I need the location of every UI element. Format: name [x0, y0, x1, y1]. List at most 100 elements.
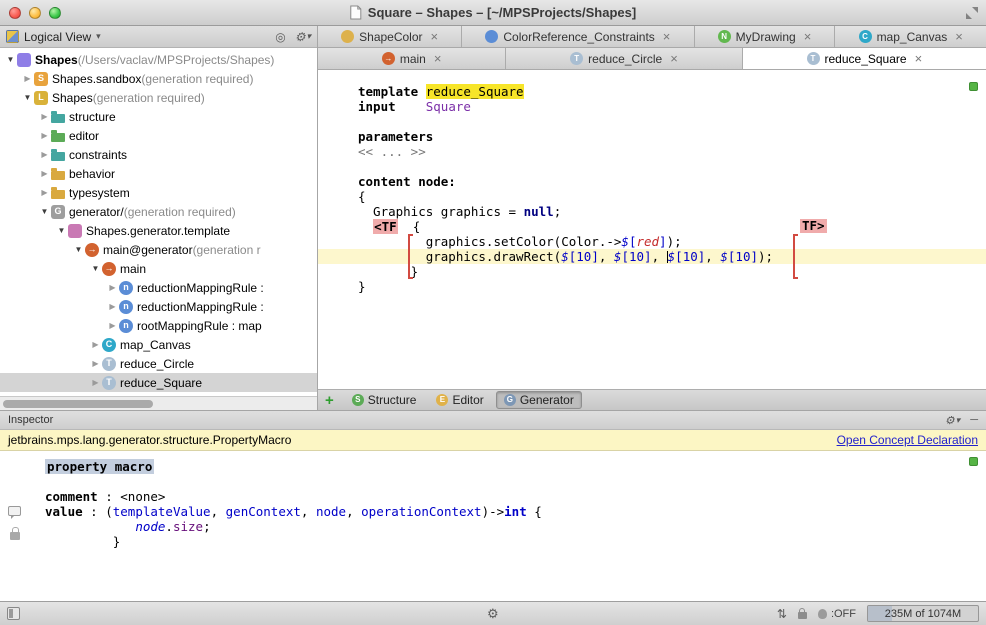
tree-item-structure[interactable]: ▶structure — [0, 107, 317, 126]
code-line[interactable]: value : (templateValue, genContext, node… — [0, 504, 986, 519]
editor-tab-main[interactable]: →main× — [318, 48, 506, 69]
close-tab-icon[interactable]: × — [434, 52, 442, 65]
editor-tab-map-canvas[interactable]: Cmap_Canvas× — [835, 26, 986, 47]
tree-item-reductionmappingrule[interactable]: ▶nreductionMappingRule : — [0, 278, 317, 297]
tree-item-generator[interactable]: ▼Ggenerator/ (generation required) — [0, 202, 317, 221]
code-line[interactable]: parameters — [318, 129, 986, 144]
close-window-button[interactable] — [9, 7, 21, 19]
highlighting-level-label[interactable]: :OFF — [831, 608, 856, 620]
collapsed-arrow-icon[interactable]: ▶ — [38, 169, 51, 178]
view-selector-dropdown[interactable]: Logical View ▾ — [6, 30, 101, 44]
code-line[interactable]: << ... >> — [318, 144, 986, 159]
tree-item-reduce-square[interactable]: ▶Treduce_Square — [0, 373, 317, 392]
expanded-arrow-icon[interactable]: ▼ — [38, 207, 51, 216]
collapsed-arrow-icon[interactable]: ▶ — [106, 302, 119, 311]
aspect-tab-structure[interactable]: SStructure — [344, 391, 425, 409]
locate-node-icon[interactable]: ◎ — [275, 30, 285, 44]
fullscreen-resize-icon[interactable] — [966, 7, 978, 19]
lock-icon[interactable] — [798, 612, 807, 619]
zoom-window-button[interactable] — [49, 7, 61, 19]
inspector-gear-icon[interactable]: ⚙▾ — [945, 414, 960, 427]
close-tab-icon[interactable]: × — [804, 30, 812, 43]
collapsed-arrow-icon[interactable]: ▶ — [89, 340, 102, 349]
inspector-editor[interactable]: property macro comment : <none>value : (t… — [0, 451, 986, 601]
tree-horizontal-scrollbar[interactable] — [0, 396, 317, 410]
code-line[interactable]: } — [318, 279, 986, 294]
close-tab-icon[interactable]: × — [670, 52, 678, 65]
collapsed-arrow-icon[interactable]: ▶ — [106, 321, 119, 330]
inspector-header[interactable]: Inspector ⚙▾ ─ — [0, 410, 986, 430]
code-line[interactable]: graphics.drawRect($[10], $[10], $[10], $… — [318, 249, 986, 264]
tree-item-shapes-sandbox[interactable]: ▶SShapes.sandbox (generation required) — [0, 69, 317, 88]
tree-item-shapes-generator-template[interactable]: ▼Shapes.generator.template — [0, 221, 317, 240]
close-tab-icon[interactable]: × — [431, 30, 439, 43]
code-line[interactable]: content node: — [318, 174, 986, 189]
constraint-node-icon — [485, 30, 498, 43]
tree-item-constraints[interactable]: ▶constraints — [0, 145, 317, 164]
tree-item-rootmappingrule-map[interactable]: ▶nrootMappingRule : map — [0, 316, 317, 335]
collapsed-arrow-icon[interactable]: ▶ — [38, 131, 51, 140]
scrollbar-thumb[interactable] — [3, 400, 153, 408]
tree-item-main[interactable]: ▼→main — [0, 259, 317, 278]
tree-item-behavior[interactable]: ▶behavior — [0, 164, 317, 183]
collapsed-arrow-icon[interactable]: ▶ — [38, 112, 51, 121]
expanded-arrow-icon[interactable]: ▼ — [4, 55, 17, 64]
tree-item-label: reductionMappingRule : — [137, 281, 264, 295]
template-editor[interactable]: template reduce_Squareinput Square parame… — [318, 70, 986, 389]
memory-indicator[interactable]: 235M of 1074M — [867, 605, 979, 622]
editor-tab-shapecolor[interactable]: ShapeColor× — [318, 26, 462, 47]
titlebar[interactable]: Square – Shapes – [~/MPSProjects/Shapes] — [0, 0, 986, 26]
close-tab-icon[interactable]: × — [915, 52, 923, 65]
close-tab-icon[interactable]: × — [955, 30, 963, 43]
aspect-tab-editor[interactable]: EEditor — [428, 391, 491, 409]
tree-item-editor[interactable]: ▶editor — [0, 126, 317, 145]
collapsed-arrow-icon[interactable]: ▶ — [21, 74, 34, 83]
expanded-arrow-icon[interactable]: ▼ — [55, 226, 68, 235]
hide-inspector-icon[interactable]: ─ — [970, 414, 978, 426]
comment-gutter-icon[interactable] — [8, 506, 21, 516]
code-line[interactable]: { — [318, 189, 986, 204]
code-line[interactable]: input Square — [318, 99, 986, 114]
tree-item-reductionmappingrule[interactable]: ▶nreductionMappingRule : — [0, 297, 317, 316]
editor-tab-mydrawing[interactable]: NMyDrawing× — [695, 26, 836, 47]
tree-item-shapes[interactable]: ▼Shapes (/Users/vaclav/MPSProjects/Shape… — [0, 50, 317, 69]
code-line[interactable]: graphics.setColor(Color.->$[red]); — [318, 234, 986, 249]
code-line[interactable]: } — [318, 264, 986, 279]
hector-inspections-icon[interactable] — [818, 609, 827, 619]
code-line[interactable]: <TF { — [318, 219, 986, 234]
scroll-arrows-icon[interactable]: ⇅ — [777, 607, 787, 621]
open-concept-declaration-link[interactable]: Open Concept Declaration — [837, 433, 978, 447]
tree-item-shapes[interactable]: ▼LShapes (generation required) — [0, 88, 317, 107]
collapsed-arrow-icon[interactable]: ▶ — [38, 188, 51, 197]
tree-item-reduce-circle[interactable]: ▶Treduce_Circle — [0, 354, 317, 373]
minimize-window-button[interactable] — [29, 7, 41, 19]
code-line[interactable]: property macro — [0, 459, 986, 474]
code-line[interactable]: } — [0, 534, 986, 549]
expanded-arrow-icon[interactable]: ▼ — [21, 93, 34, 102]
code-line[interactable]: node.size; — [0, 519, 986, 534]
code-line[interactable]: template reduce_Square — [318, 84, 986, 99]
close-tab-icon[interactable]: × — [663, 30, 671, 43]
code-line[interactable]: Graphics graphics = null; — [318, 204, 986, 219]
editor-tab-reduce-square[interactable]: Treduce_Square× — [743, 48, 986, 69]
toolwindow-toggle-icon[interactable] — [7, 607, 20, 620]
code-line[interactable]: comment : <none> — [0, 489, 986, 504]
editor-tab-reduce-circle[interactable]: Treduce_Circle× — [506, 48, 742, 69]
collapsed-arrow-icon[interactable]: ▶ — [106, 283, 119, 292]
tree-item-map-canvas[interactable]: ▶Cmap_Canvas — [0, 335, 317, 354]
background-tasks-gear-icon[interactable]: ⚙ — [487, 606, 499, 622]
expanded-arrow-icon[interactable]: ▼ — [89, 264, 102, 273]
code-line[interactable] — [318, 114, 986, 129]
add-aspect-button[interactable]: + — [325, 393, 334, 408]
code-line[interactable] — [0, 474, 986, 489]
editor-tab-colorreference-constraints[interactable]: ColorReference_Constraints× — [462, 26, 694, 47]
collapsed-arrow-icon[interactable]: ▶ — [89, 378, 102, 387]
tree-item-typesystem[interactable]: ▶typesystem — [0, 183, 317, 202]
settings-gear-icon[interactable]: ⚙▾ — [295, 30, 311, 44]
tree-item-main-generator[interactable]: ▼→main@generator (generation r — [0, 240, 317, 259]
collapsed-arrow-icon[interactable]: ▶ — [89, 359, 102, 368]
code-line[interactable] — [318, 159, 986, 174]
expanded-arrow-icon[interactable]: ▼ — [72, 245, 85, 254]
collapsed-arrow-icon[interactable]: ▶ — [38, 150, 51, 159]
aspect-tab-generator[interactable]: GGenerator — [496, 391, 582, 409]
